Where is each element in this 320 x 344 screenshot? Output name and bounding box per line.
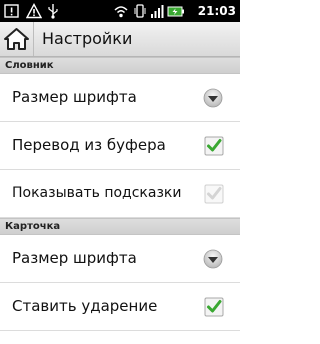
setting-label: Перевод из буфера [12, 136, 166, 154]
dropdown-arrow-icon [203, 249, 223, 269]
usb-icon [48, 4, 58, 19]
page-title: Настройки [42, 29, 133, 48]
setting-translate-clipboard[interactable]: Перевод из буфера [0, 122, 240, 170]
checkbox-checked-icon[interactable] [204, 297, 224, 317]
checkbox-disabled-icon[interactable] [204, 184, 224, 204]
category-label: Карточка [5, 221, 61, 232]
category-header-card: Карточка [0, 218, 240, 235]
category-header-dictionary: Словник [0, 57, 240, 74]
setting-label: Размер шрифта [12, 249, 137, 267]
home-icon [4, 28, 29, 50]
signal-icon [151, 5, 164, 18]
wifi-icon [114, 6, 128, 18]
setting-label: Ставить ударение [12, 297, 158, 315]
dropdown-arrow-icon [203, 88, 223, 108]
setting-font-size-card[interactable]: Размер шрифта [0, 235, 240, 283]
warning-icon [4, 4, 19, 18]
vibrate-icon [134, 4, 146, 18]
setting-font-size-dictionary[interactable]: Размер шрифта [0, 74, 240, 122]
setting-label: Размер шрифта [12, 88, 137, 106]
alert-triangle-icon [26, 3, 42, 19]
category-label: Словник [5, 60, 54, 71]
setting-stress-mark[interactable]: Ставить ударение [0, 283, 240, 331]
title-bar: Настройки [0, 22, 240, 57]
setting-show-hints[interactable]: Показывать подсказки [0, 170, 240, 218]
clock: 21:03 [197, 4, 236, 18]
setting-label: Показывать подсказки [12, 185, 182, 201]
home-button[interactable] [0, 22, 34, 56]
battery-icon [167, 6, 184, 17]
checkbox-checked-icon[interactable] [204, 136, 224, 156]
status-bar: 21:03 [0, 0, 240, 22]
